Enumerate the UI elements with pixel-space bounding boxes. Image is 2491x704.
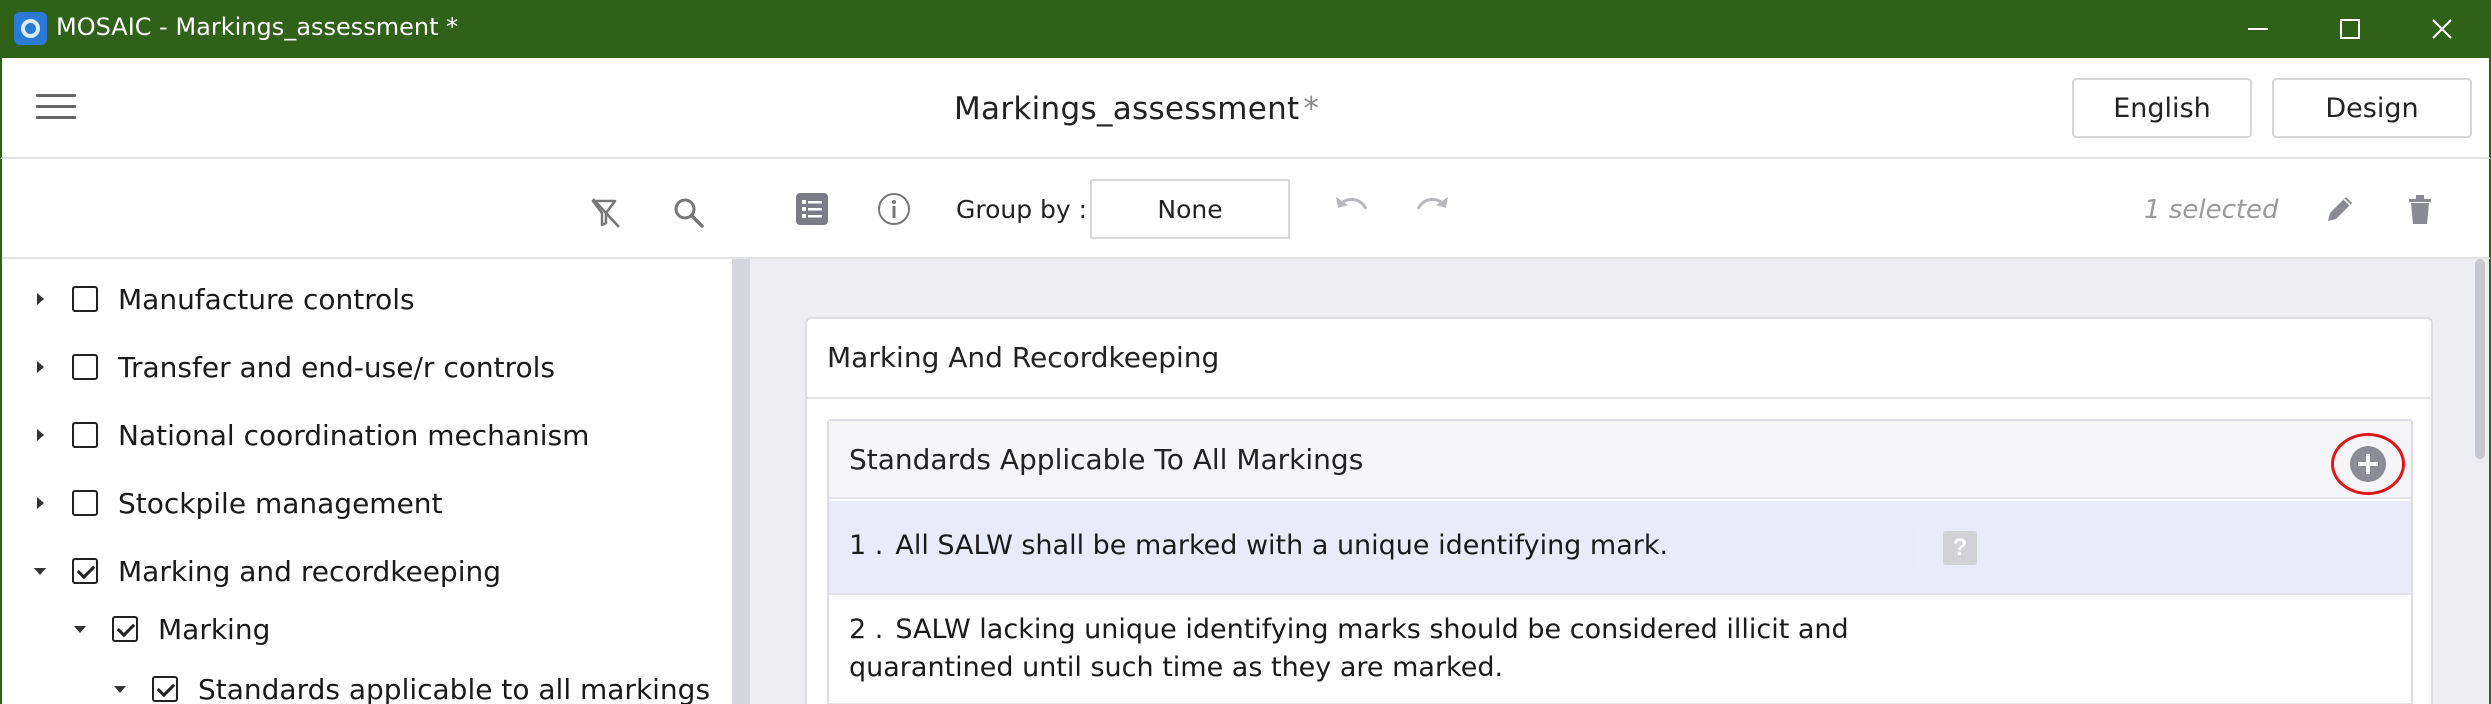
search-icon [674,198,704,228]
content-scrollbar[interactable] [2471,259,2489,704]
hamburger-menu-icon[interactable] [36,94,76,124]
subsection-card: Standards Applicable To All Markings 1 .… [827,419,2413,704]
tree-item-national-coordination[interactable]: National coordination mechanism [30,415,589,455]
section-divider [807,397,2431,399]
outline-tree: Manufacture controls Transfer and end-us… [2,259,732,704]
redo-button[interactable] [1410,189,1454,229]
mosaic-app-icon [14,12,47,45]
section-title: Marking And Recordkeeping [827,341,1220,374]
item-number: 1 . [849,530,884,561]
info-icon [878,193,910,225]
add-circle-icon [2350,446,2386,482]
help-icon[interactable]: ? [1943,531,1977,565]
minimize-icon [2248,28,2268,30]
close-button[interactable] [2396,0,2488,58]
tree-checkbox[interactable] [72,422,98,448]
document-title: Markings_assessment * [954,91,1319,127]
tree-item-label: National coordination mechanism [118,418,590,452]
selection-count: 1 selected [2144,195,2279,225]
tree-item-transfer-controls[interactable]: Transfer and end-use/r controls [30,347,555,387]
undo-icon [1336,197,1368,210]
tree-checkbox-checked[interactable] [152,676,178,702]
app-header: Markings_assessment * English Design [0,58,2491,159]
info-button[interactable] [874,189,914,229]
filter-clear-button[interactable] [587,193,627,233]
tree-checkbox[interactable] [72,286,98,312]
tree-checkbox-checked[interactable] [72,558,98,584]
collapse-caret-icon[interactable] [30,561,50,581]
tree-item-marking-recordkeeping[interactable]: Marking and recordkeeping [30,551,501,591]
main-toolbar: Group by : None 1 selected [750,159,2491,259]
minimize-button[interactable] [2212,0,2304,58]
tree-checkbox-checked[interactable] [112,616,138,642]
item-separator [1917,531,1919,565]
document-name: Markings_assessment [954,91,1300,127]
collapse-caret-icon[interactable] [70,619,90,639]
item-text: 2 . SALW lacking unique identifying marks… [849,611,1849,687]
tree-item-manufacture-controls[interactable]: Manufacture controls [30,279,415,319]
subsection-header: Standards Applicable To All Markings [829,421,2411,499]
maximize-icon [2340,19,2360,39]
window-titlebar: MOSAIC - Markings_assessment * [0,0,2491,58]
add-item-button[interactable] [2331,433,2405,495]
content-area: Marking And Recordkeeping Standards Appl… [750,259,2491,704]
list-item[interactable]: 1 . All SALW shall be marked with a uniqu… [829,501,2411,595]
expand-caret-icon[interactable] [30,289,50,309]
close-icon [2432,19,2452,39]
tree-item-marking[interactable]: Marking [70,609,270,649]
edit-button[interactable] [2320,189,2360,229]
design-button[interactable]: Design [2272,78,2472,138]
search-button[interactable] [669,193,709,233]
delete-button[interactable] [2400,189,2440,229]
left-toolbar [2,159,750,259]
item-number: 2 . [849,614,884,645]
item-body: All SALW shall be marked with a unique i… [895,530,1669,561]
modified-marker: * [1303,91,1320,127]
language-button[interactable]: English [2072,78,2252,138]
item-text: 1 . All SALW shall be marked with a uniqu… [849,527,1849,565]
tree-checkbox[interactable] [72,354,98,380]
pencil-icon [2328,197,2352,221]
list-item[interactable]: 2 . SALW lacking unique identifying marks… [829,595,2411,704]
tree-item-label: Stockpile management [118,486,443,520]
left-panel: Manufacture controls Transfer and end-us… [0,159,752,704]
maximize-button[interactable] [2304,0,2396,58]
expand-caret-icon[interactable] [30,493,50,513]
tree-item-label: Transfer and end-use/r controls [118,350,555,384]
window-title: MOSAIC - Markings_assessment * [56,13,459,41]
expand-caret-icon[interactable] [30,425,50,445]
tree-scrollbar[interactable] [732,259,750,704]
tree-item-label: Marking and recordkeeping [118,554,502,588]
tree-item-standards-all-markings[interactable]: Standards applicable to all markings [110,669,710,704]
list-view-button[interactable] [792,189,832,229]
tree-scrollbar-thumb[interactable] [732,259,750,704]
subsection-title: Standards Applicable To All Markings [849,443,1364,476]
trash-icon [2409,195,2431,224]
collapse-caret-icon[interactable] [110,679,130,699]
tree-item-label: Manufacture controls [118,282,415,316]
group-by-label: Group by : [956,195,1088,224]
expand-caret-icon[interactable] [30,357,50,377]
tree-checkbox[interactable] [72,490,98,516]
redo-icon [1416,197,1448,210]
tree-item-label: Standards applicable to all markings [198,672,711,704]
item-body: SALW lacking unique identifying marks sh… [849,614,1849,683]
group-by-select[interactable]: None [1090,179,1290,239]
undo-button[interactable] [1330,189,1374,229]
list-icon [796,193,828,225]
filter-clear-icon [591,198,620,228]
tree-item-stockpile-management[interactable]: Stockpile management [30,483,443,523]
tree-item-label: Marking [158,612,271,646]
section-card: Marking And Recordkeeping Standards Appl… [805,317,2433,704]
content-scrollbar-thumb[interactable] [2475,259,2485,459]
